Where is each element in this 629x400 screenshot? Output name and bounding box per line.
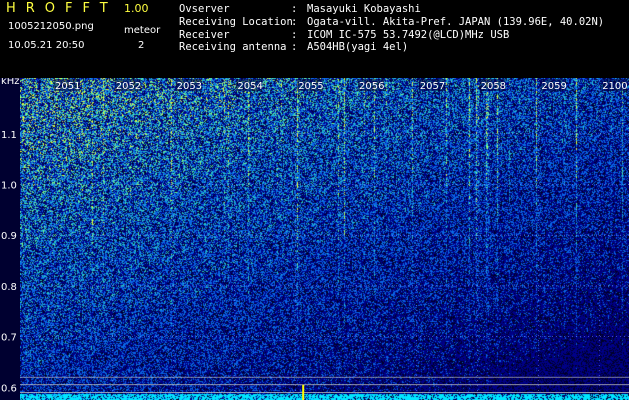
info-colon: : (291, 41, 298, 54)
file-name: 1005212050.png (8, 21, 94, 32)
info-value: ICOM IC-575 53.7492(@LCD)MHz USB (307, 28, 510, 41)
y-tick-label: 0.8 (1, 282, 17, 293)
y-tick-label: 0.7 (1, 333, 17, 344)
spectrogram-chart: 2051 2052 2053 2054 2055 2056 2057 2058 2059 2100… (0, 78, 629, 400)
x-tick-label: 2055 (298, 81, 323, 92)
date-time: 10.05.21 20:50 (8, 40, 85, 51)
info-label: Ovserver (179, 3, 230, 15)
x-tick-label: 2056 (359, 81, 384, 92)
info-row-location: Receiving Location : Ogata-vill. Akita-P… (179, 16, 604, 29)
y-tick-label: 0.9 (1, 231, 17, 242)
x-tick-label: 2052 (116, 81, 141, 92)
y-tick-label: 1.1 (1, 130, 17, 141)
x-tick-label: 2051 (55, 81, 80, 92)
x-tick-label: 2054 (237, 81, 262, 92)
x-tick-label: 2100 (602, 81, 627, 92)
info-label: Receiving antenna (179, 41, 287, 54)
info-colon: : (291, 28, 298, 41)
y-tick-label: 1.0 (1, 180, 17, 191)
x-tick-label: 2058 (481, 81, 506, 92)
info-row-observer: Ovserver : Masayuki Kobayashi (179, 3, 604, 16)
spectrogram-panel: 2051 2052 2053 2054 2055 2056 2057 2058 2059 2100… (0, 78, 629, 400)
x-tick-label: 2057 (420, 81, 445, 92)
info-row-receiver: Receiver : ICOM IC-575 53.7492(@LCD)MHz … (179, 29, 604, 42)
info-colon: : (291, 15, 298, 28)
app-title: HROFFT (6, 1, 118, 16)
info-label: Receiving Location (179, 15, 293, 28)
info-colon: : (291, 3, 298, 15)
meteor-count: 2 (138, 40, 145, 51)
info-value: Masayuki Kobayashi (307, 3, 421, 15)
y-tick-label: 0.6 (1, 383, 17, 394)
header: HROFFT 1.00 1005212050.png 10.05.21 20:5… (0, 0, 629, 78)
info-value: Ogata-vill. Akita-Pref. JAPAN (139.96E, … (307, 15, 605, 28)
station-info: Ovserver : Masayuki Kobayashi Receiving … (179, 3, 604, 54)
info-value: A504HB(yagi 4el) (307, 41, 409, 54)
info-row-antenna: Receiving antenna : A504HB(yagi 4el) (179, 41, 604, 54)
meteor-label: meteor (124, 25, 161, 36)
info-label: Receiver (179, 28, 230, 41)
x-tick-label: 2059 (541, 81, 566, 92)
spectrogram-heatmap (20, 78, 629, 400)
x-tick-label: 2053 (177, 81, 202, 92)
app-version: 1.00 (124, 2, 149, 15)
y-axis-unit-label: kHz (1, 78, 20, 87)
